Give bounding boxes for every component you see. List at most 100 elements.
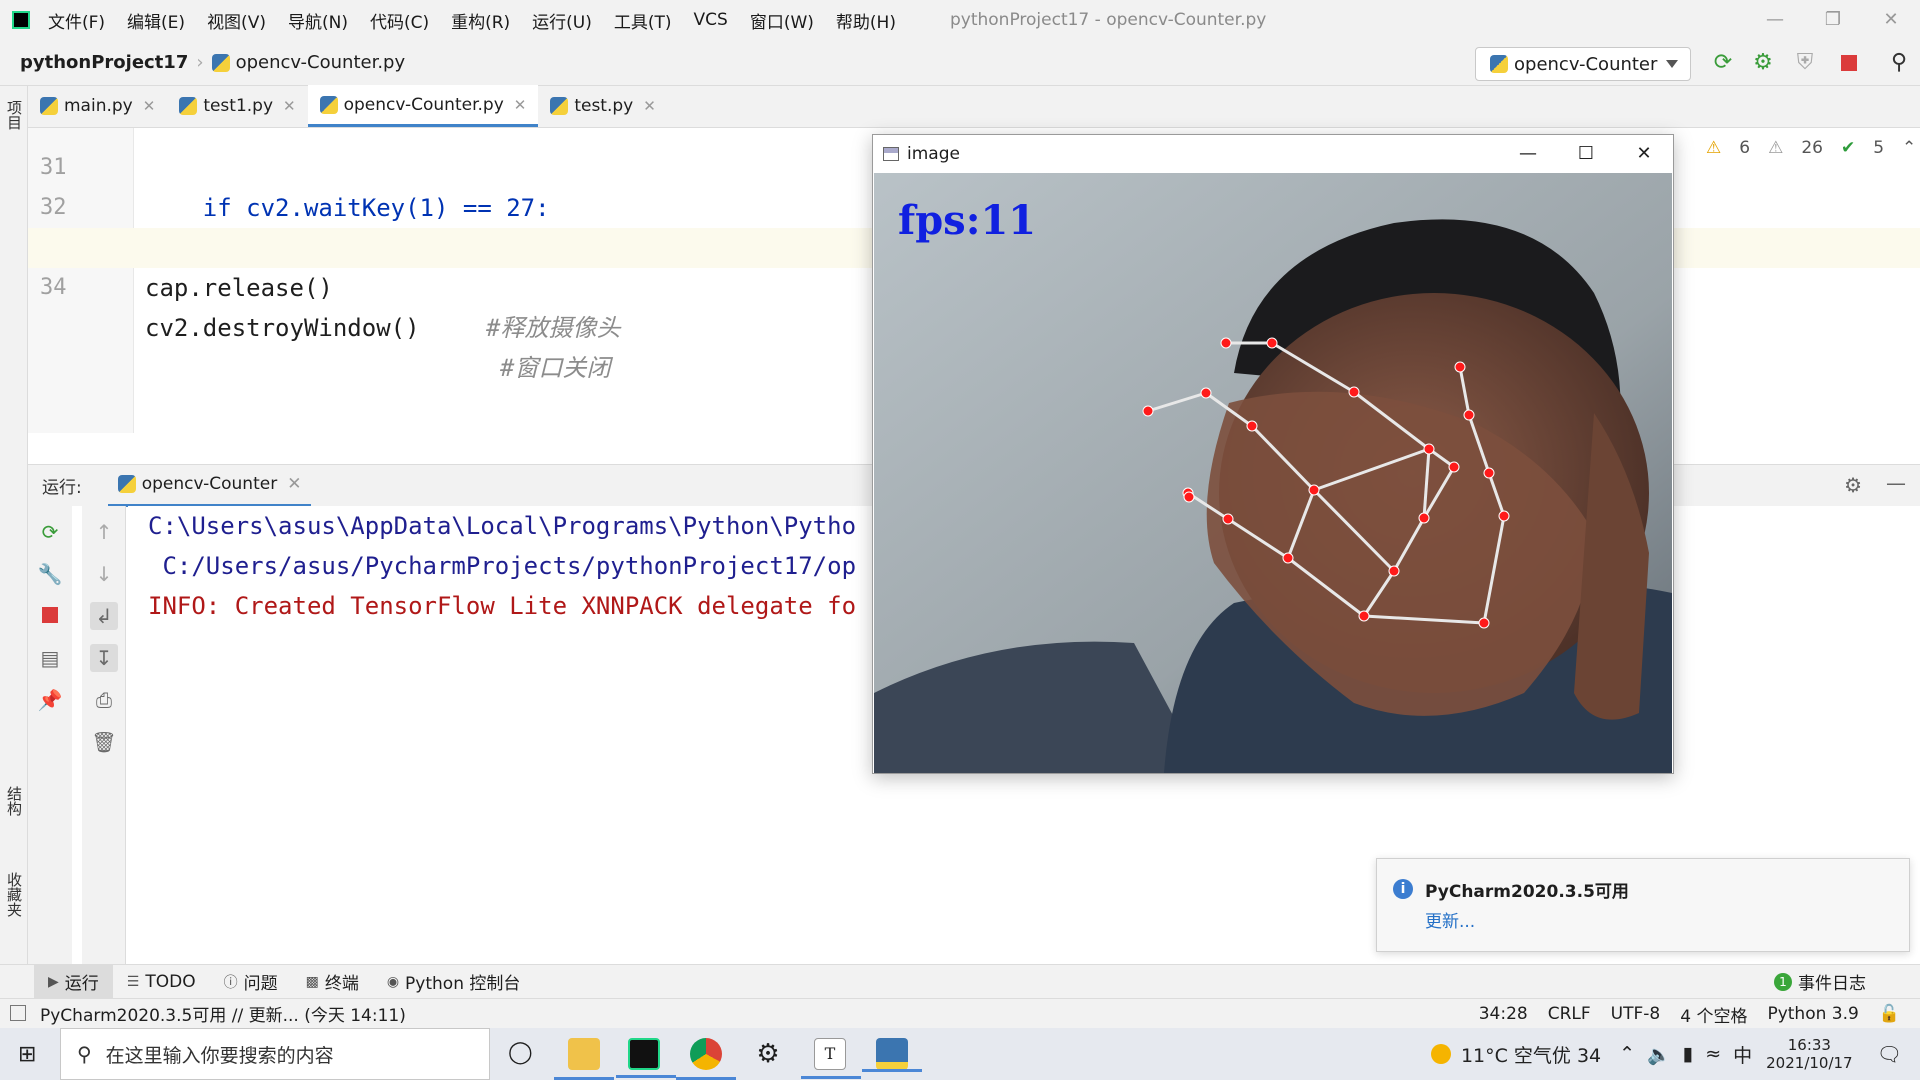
chrome-icon[interactable] (676, 1038, 736, 1080)
favorites-tool-button[interactable]: 收藏夹 (4, 872, 25, 917)
scroll-to-end-icon[interactable]: ↧ (90, 644, 118, 672)
inspection-widget[interactable]: ⚠ 6 ⚠ 26 ✔ 5 ⌃ ⌄ (1706, 138, 1920, 158)
debug-icon[interactable]: ⚙ (1750, 50, 1776, 76)
soft-wrap-icon[interactable]: ↲ (90, 602, 118, 630)
tab-test-py[interactable]: test.py ✕ (538, 85, 667, 127)
search-icon[interactable]: ⚲ (1886, 50, 1912, 76)
close-icon[interactable]: ✕ (1862, 0, 1920, 40)
gear-icon[interactable]: ⚙ (1844, 473, 1862, 497)
window-title: pythonProject17 - opencv-Counter.py (949, 10, 1267, 30)
weather-sun-icon[interactable] (1430, 1044, 1451, 1064)
maximize-icon[interactable]: ☐ (1557, 135, 1615, 173)
file-explorer-icon[interactable] (554, 1038, 614, 1080)
text-editor-icon[interactable]: T (801, 1038, 861, 1079)
arrow-down-icon[interactable]: ↓ (90, 560, 118, 588)
menu-run[interactable]: 运行(U) (532, 8, 592, 33)
close-icon[interactable]: ✕ (1615, 135, 1673, 173)
chevron-up-icon[interactable]: ⌃ (1619, 1043, 1635, 1065)
project-tool-button[interactable]: 项目 (4, 100, 25, 130)
rerun-icon[interactable]: ⟳ (1710, 50, 1736, 76)
pin-icon[interactable]: 📌 (36, 686, 64, 714)
pycharm-icon[interactable] (616, 1038, 676, 1078)
update-notification[interactable]: i PyCharm2020.3.5可用 更新... (1376, 858, 1910, 952)
menu-tools[interactable]: 工具(T) (614, 8, 672, 33)
arrow-up-icon[interactable]: ↑ (90, 518, 118, 546)
update-link[interactable]: 更新... (1425, 907, 1475, 932)
menu-navigate[interactable]: 导航(N) (288, 8, 348, 33)
wifi-icon[interactable]: ≈ (1705, 1043, 1721, 1065)
toggle-tool-windows-icon[interactable] (10, 1005, 26, 1021)
image-window-titlebar[interactable]: image — ☐ ✕ (873, 135, 1673, 173)
menu-view[interactable]: 视图(V) (207, 8, 266, 33)
close-icon[interactable]: ✕ (143, 97, 156, 115)
tab-label: main.py (64, 96, 133, 116)
close-icon[interactable]: ✕ (287, 474, 301, 494)
hand-landmark-point (1463, 409, 1475, 421)
taskbar-search-input[interactable]: ⚲ 在这里输入你要搜索的内容 (60, 1028, 490, 1080)
stop-icon[interactable] (1836, 50, 1862, 76)
menu-edit[interactable]: 编辑(E) (127, 8, 185, 33)
line-separator[interactable]: CRLF (1548, 1004, 1591, 1024)
stop-icon[interactable] (36, 602, 64, 630)
menu-help[interactable]: 帮助(H) (836, 8, 896, 33)
wrench-icon[interactable]: 🔧 (36, 560, 64, 588)
menu-vcs[interactable]: VCS (694, 10, 728, 30)
console-line: C:\Users\asus\AppData\Local\Programs\Pyt… (148, 512, 857, 540)
hand-landmark-point (1142, 405, 1154, 417)
hand-landmark-point (1246, 420, 1258, 432)
settings-gear-icon[interactable]: ⚙ (752, 1038, 784, 1070)
run-tab[interactable]: opencv-Counter ✕ (107, 465, 312, 507)
menu-refactor[interactable]: 重构(R) (451, 8, 510, 33)
caret-position[interactable]: 34:28 (1479, 1004, 1528, 1024)
close-icon[interactable]: ✕ (514, 96, 527, 114)
close-icon[interactable]: ✕ (643, 97, 656, 115)
clock[interactable]: 16:33 2021/10/17 (1766, 1036, 1852, 1072)
run-config-dropdown[interactable]: opencv-Counter (1475, 47, 1691, 81)
indent-setting[interactable]: 4 个空格 (1680, 1002, 1747, 1027)
layout-icon[interactable]: ▤ (36, 644, 64, 672)
restore-icon[interactable]: ❐ (1804, 0, 1862, 40)
ime-indicator[interactable]: 中 (1733, 1041, 1752, 1068)
problems-tool-button[interactable]: ⓘ 问题 (210, 965, 292, 999)
menu-code[interactable]: 代码(C) (370, 8, 429, 33)
python-interpreter[interactable]: Python 3.9 (1767, 1004, 1858, 1024)
hide-icon[interactable]: — (1886, 471, 1906, 495)
opencv-image-window[interactable]: image — ☐ ✕ fps:11 (872, 134, 1674, 774)
event-log-button[interactable]: 1 事件日志 (1760, 965, 1880, 999)
terminal-tool-button[interactable]: ▩ 终端 (292, 965, 373, 999)
windows-start-icon[interactable]: ⊞ (18, 1042, 36, 1067)
structure-tool-button[interactable]: 结构 (4, 786, 25, 816)
lock-icon[interactable]: 🔓 (1879, 1004, 1900, 1024)
breadcrumb-file[interactable]: opencv-Counter.py (236, 52, 406, 73)
search-placeholder: 在这里输入你要搜索的内容 (105, 1044, 334, 1067)
menu-window[interactable]: 窗口(W) (750, 8, 814, 33)
python-app-icon[interactable] (862, 1038, 922, 1072)
task-view-icon[interactable]: ◯ (508, 1040, 533, 1065)
tab-main-py[interactable]: main.py ✕ (28, 85, 167, 127)
tab-opencv-counter-py[interactable]: opencv-Counter.py ✕ (307, 85, 539, 127)
minimize-icon[interactable]: — (1499, 135, 1557, 173)
file-encoding[interactable]: UTF-8 (1611, 1004, 1661, 1024)
tab-test1-py[interactable]: test1.py ✕ (167, 85, 307, 127)
menu-file[interactable]: 文件(F) (48, 8, 105, 33)
breadcrumb-project[interactable]: pythonProject17 (20, 52, 188, 73)
battery-icon[interactable]: ▮ (1683, 1043, 1693, 1065)
chevron-up-icon[interactable]: ⌃ (1902, 138, 1916, 158)
python-console-tool-button[interactable]: ◉ Python 控制台 (373, 965, 535, 999)
webcam-image (874, 173, 1672, 773)
minimize-icon[interactable]: — (1746, 0, 1804, 40)
python-console-label: Python 控制台 (405, 974, 521, 994)
run-tool-button[interactable]: ▶ 运行 (34, 964, 113, 999)
volume-mute-icon[interactable]: 🔈 (1647, 1043, 1671, 1066)
trash-icon[interactable]: 🗑 (90, 728, 118, 756)
close-icon[interactable]: ✕ (283, 97, 296, 115)
print-icon[interactable]: ⎙ (90, 686, 118, 714)
python-file-icon (40, 97, 58, 115)
rerun-icon[interactable]: ⟳ (36, 518, 64, 546)
python-file-icon (117, 475, 136, 493)
status-message[interactable]: PyCharm2020.3.5可用 // 更新... (今天 14:11) (40, 1001, 406, 1026)
weather-text[interactable]: 11°C 空气优 34 (1461, 1041, 1601, 1068)
notification-center-icon[interactable]: 🗨 (1877, 1042, 1902, 1066)
todo-tool-button[interactable]: ☰ TODO (113, 965, 210, 999)
coverage-icon[interactable]: ⛨ (1792, 50, 1818, 76)
